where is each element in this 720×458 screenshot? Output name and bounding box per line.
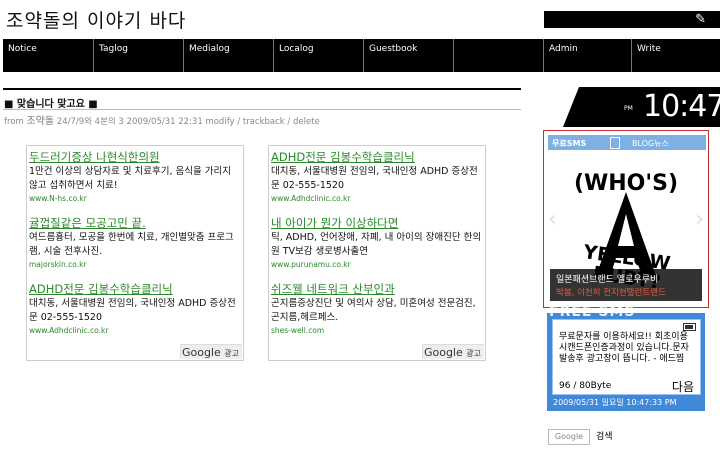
ad-url[interactable]: www.N-hs.co.kr	[29, 194, 241, 204]
meta-datetime: 2009/05/31 22:31	[126, 117, 203, 127]
badge-brand: Google	[181, 346, 221, 359]
google-ads-badge[interactable]: Google 광고	[422, 344, 484, 359]
ad-box-left: 두드러기증상 나현식한의원 1만건 이상의 상담자료 및 치료후기, 음식을 가…	[26, 145, 244, 361]
badge-brand: Google	[423, 346, 463, 359]
nav-admin[interactable]: Admin	[544, 39, 632, 72]
ad-description: 곤지름증상진단 및 여의사 상담, 미혼여성 전문검진, 곤지름,헤르페스.	[271, 298, 476, 323]
ad-title[interactable]: 두드러기증상 나현식한의원	[29, 150, 241, 164]
nav-localog[interactable]: Localog	[274, 39, 364, 72]
nav-write[interactable]: Write	[632, 39, 720, 72]
clock-notch	[563, 87, 579, 127]
ad-item[interactable]: 두드러기증상 나현식한의원 1만건 이상의 상담자료 및 치료후기, 음식을 가…	[29, 150, 241, 204]
nav-empty	[454, 39, 544, 72]
ad-url[interactable]: majorskin.co.kr	[29, 260, 241, 270]
badge-label: 광고	[224, 349, 239, 358]
main-nav: Notice Taglog Medialog Localog Guestbook…	[3, 39, 720, 72]
meta-modify-link[interactable]: modify	[205, 117, 234, 127]
sms-byte-count: 96 / 80Byte	[559, 381, 612, 391]
clock-ampm: PM	[624, 105, 633, 112]
meta-from: from	[4, 117, 24, 127]
caption-line-2: 박봄, 이천희 전지현탤런트랜드	[556, 288, 666, 298]
ad-title[interactable]: 내 아이가 뭔가 이상하다면	[271, 216, 483, 230]
nav-taglog[interactable]: Taglog	[94, 39, 184, 72]
ad-title[interactable]: ADHD전문 김봉수학습클리닉	[271, 150, 483, 164]
ad-item[interactable]: ADHD전문 김봉수학습클리닉 대치동, 서울대병원 전임의, 국내인정 ADH…	[29, 282, 241, 336]
search-input[interactable]: Google	[548, 429, 590, 445]
clock-time: 10:47	[643, 89, 720, 124]
chevron-left-icon[interactable]: ‹	[548, 207, 557, 232]
ad-description: 여드름흉터, 모공을 한번에 치료, 개인별맞춤 프로그램, 시술 전후사진.	[29, 232, 234, 257]
blog-title[interactable]: 조약돌의 이야기 바다	[6, 6, 186, 33]
tab-blog-news[interactable]: BLOG뉴스	[632, 138, 669, 149]
ad-title[interactable]: 쉬즈웰 네트워크 산부인과	[271, 282, 483, 296]
caption-line-1: 일본패션브랜드 옐로우루비	[556, 275, 659, 285]
ad-item[interactable]: 귤껍질같은 모공고민 끝. 여드름흉터, 모공을 한번에 치료, 개인별맞춤 프…	[29, 216, 241, 270]
meta-author[interactable]: 조약돌	[26, 116, 54, 127]
ad-title[interactable]: ADHD전문 김봉수학습클리닉	[29, 282, 241, 296]
google-ads-badge[interactable]: Google 광고	[180, 344, 242, 359]
sms-watermark: FREE SMS	[549, 304, 636, 320]
ad-item[interactable]: 내 아이가 뭔가 이상하다면 틱, ADHD, 언어장애, 자폐, 내 아이의 …	[271, 216, 483, 270]
ad-description: 틱, ADHD, 언어장애, 자폐, 내 아이의 장애진단 한의원 TV보감 생…	[271, 232, 482, 257]
nav-guestbook[interactable]: Guestbook	[364, 39, 454, 72]
ad-url[interactable]: www.Adhdclinic.co.kr	[29, 326, 241, 336]
battery-icon	[683, 323, 696, 331]
search-button[interactable]: 검색	[596, 429, 613, 442]
media-widget: 무료SMS BLOG뉴스 (WHO'S) A YELLOW RUBY? ‹ › …	[543, 130, 709, 308]
ad-description: 대치동, 서울대병원 전임의, 국내인정 ADHD 증상전문 02-555-15…	[271, 166, 478, 191]
nav-notice[interactable]: Notice	[3, 39, 94, 72]
meta-date-text: 24/7/9와 4분의 3	[56, 117, 124, 127]
ad-item[interactable]: ADHD전문 김봉수학습클리닉 대치동, 서울대병원 전임의, 국내인정 ADH…	[271, 150, 483, 204]
sms-next-button[interactable]: 다음	[672, 378, 694, 395]
widget-tabs: 무료SMS BLOG뉴스	[548, 135, 706, 150]
post-title-rule	[3, 109, 521, 110]
ad-box-right: ADHD전문 김봉수학습클리닉 대치동, 서울대병원 전임의, 국내인정 ADH…	[268, 145, 486, 361]
sms-widget: FREE SMS 무료문자를 이용하세요!! 회초이용시캔드폰인증과정이 있습니…	[547, 304, 705, 411]
ad-url[interactable]: shes-well.com	[271, 326, 483, 336]
post-title[interactable]: ■ 맞습니다 맞고요 ■	[4, 95, 98, 110]
post-top-rule	[3, 88, 521, 90]
write-pen-icon[interactable]: ✎	[695, 12, 706, 27]
phone-icon	[610, 137, 620, 149]
ad-title[interactable]: 귤껍질같은 모공고민 끝.	[29, 216, 241, 230]
sms-timestamp: 2009/05/31 일요일 10:47:33 PM	[553, 398, 677, 407]
meta-trackback-link[interactable]: trackback	[243, 117, 285, 127]
meta-delete-link[interactable]: delete	[293, 117, 320, 127]
clock-widget: PM 10:47	[563, 87, 720, 127]
banner-caption[interactable]: 일본패션브랜드 옐로우루비 박봄, 이천희 전지현탤런트랜드	[550, 269, 702, 301]
sms-screen[interactable]: 무료문자를 이용하세요!! 회초이용시캔드폰인증과정이 있습니다.문자발송후 광…	[552, 319, 701, 395]
ad-url[interactable]: www.Adhdclinic.co.kr	[271, 194, 483, 204]
ad-description: 1만건 이상의 상담자료 및 치료후기, 음식을 가리지 않고 섭취하면서 치료…	[29, 166, 231, 191]
ad-item[interactable]: 쉬즈웰 네트워크 산부인과 곤지름증상진단 및 여의사 상담, 미혼여성 전문검…	[271, 282, 483, 336]
ad-url[interactable]: www.purunamu.co.kr	[271, 260, 483, 270]
tab-free-sms[interactable]: 무료SMS	[552, 138, 586, 149]
ad-description: 대치동, 서울대병원 전임의, 국내인정 ADHD 증상전문 02-555-15…	[29, 298, 236, 323]
post-meta: from 조약돌 24/7/9와 4분의 3 2009/05/31 22:31 …	[4, 116, 320, 127]
nav-medialog[interactable]: Medialog	[184, 39, 274, 72]
top-toolbar: ✎	[544, 11, 720, 28]
chevron-right-icon[interactable]: ›	[695, 207, 704, 232]
badge-label: 광고	[466, 349, 481, 358]
sms-message[interactable]: 무료문자를 이용하세요!! 회초이용시캔드폰인증과정이 있습니다.문자발송후 광…	[559, 332, 695, 365]
